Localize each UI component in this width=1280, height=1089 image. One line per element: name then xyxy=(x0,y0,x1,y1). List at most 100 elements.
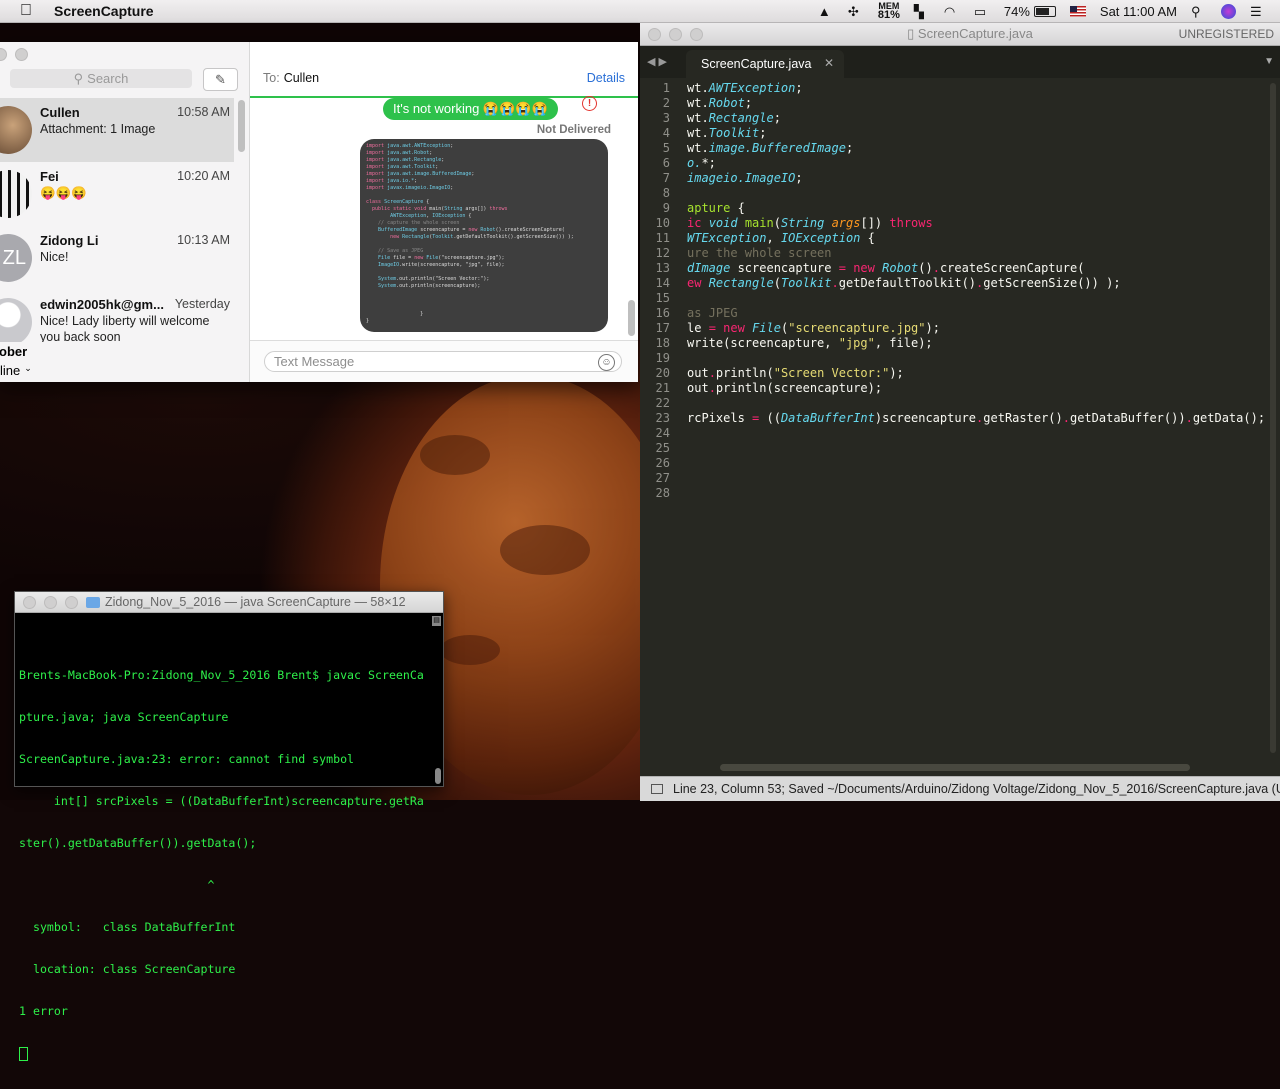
line-number: 19 xyxy=(655,351,670,365)
tab-nav-arrows-icon[interactable]: ◀ ▶ xyxy=(647,55,667,68)
line-number: 4 xyxy=(662,126,670,140)
tab-screencapture-java[interactable]: ScreenCapture.java ✕ xyxy=(686,50,844,78)
conversation-time: 10:58 AM xyxy=(177,105,230,119)
conversation-preview: 😝😝😝 xyxy=(40,186,87,200)
battery-icon xyxy=(1033,5,1056,17)
messages-window: ⚲ Search ✎ Cullen 10:58 AM Attachment: 1… xyxy=(0,42,638,382)
compose-button[interactable]: ✎ xyxy=(203,68,238,91)
code-line: wt.Rectangle; xyxy=(687,111,781,125)
apple-menu-icon[interactable]:  xyxy=(20,2,36,20)
recipient-bar: To: Cullen Details xyxy=(250,42,638,98)
clock[interactable]: Sat 11:00 AM xyxy=(1100,4,1177,19)
conversation-preview: Nice! Lady liberty will welcome you back… xyxy=(40,314,210,342)
terminal-output[interactable]: Brents-MacBook-Pro:Zidong_Nov_5_2016 Bre… xyxy=(19,640,429,1089)
menu-extras: ▲ ✣ MEM 81% ▚ ◠ ▭ 74% Sat 11:00 AM ⚲ ☰ xyxy=(818,2,1266,21)
panel-toggle-icon[interactable] xyxy=(651,784,663,794)
line-number: 21 xyxy=(655,381,670,395)
minimize-window-button[interactable] xyxy=(15,48,28,61)
conversation-name: Zidong Li xyxy=(40,233,99,248)
close-tab-icon[interactable]: ✕ xyxy=(824,56,834,70)
tab-label: ScreenCapture.java xyxy=(701,57,812,71)
code-line: WTException, IOException { xyxy=(687,231,875,245)
sidebar-scrollbar[interactable] xyxy=(238,100,245,152)
code-area[interactable]: wt.AWTException; wt.Robot; wt.Rectangle;… xyxy=(687,79,1280,779)
account-status[interactable]: ober line ⌄ xyxy=(0,344,249,378)
chevron-down-icon: ⌄ xyxy=(24,363,32,373)
terminal-cursor xyxy=(19,1046,28,1061)
error-icon[interactable]: ! xyxy=(582,96,597,111)
active-app-name[interactable]: ScreenCapture xyxy=(54,3,154,19)
tab-list-dropdown-icon[interactable]: ▼ xyxy=(1264,56,1274,67)
search-placeholder: Search xyxy=(87,71,129,86)
message-input[interactable]: Text Message ☺ xyxy=(264,351,622,372)
conversation-name: Cullen xyxy=(40,105,80,120)
conversation-item[interactable]: ZL Zidong Li 10:13 AM Nice! xyxy=(0,226,234,290)
emoji-icon[interactable]: ☺ xyxy=(598,354,615,371)
menu-bar:  ScreenCapture ▲ ✣ MEM81% ▚ ◠ ▭ 74% Sat… xyxy=(0,0,1280,23)
code-line: ew Rectangle(Toolkit.getDefaultToolkit()… xyxy=(687,276,1121,290)
line-number: 8 xyxy=(662,186,670,200)
sent-message-bubble[interactable]: It's not working 😭😭😭😭 xyxy=(383,98,558,120)
terminal-line: 1 error xyxy=(19,1004,68,1018)
window-layout-icon[interactable]: ▚ xyxy=(914,4,930,19)
chat-scrollbar[interactable] xyxy=(628,300,635,336)
conversation-item[interactable]: edwin2005hk@gm... Yesterday Nice! Lady l… xyxy=(0,290,234,342)
message-input-placeholder: Text Message xyxy=(274,354,355,369)
conversation-preview: Attachment: 1 Image xyxy=(40,122,156,136)
conversation-item[interactable]: Fei 10:20 AM 😝😝😝 xyxy=(0,162,234,226)
battery-status[interactable]: 74% xyxy=(1004,4,1056,19)
recipient-field[interactable]: To: Cullen xyxy=(263,71,319,85)
line-number: 23 xyxy=(655,411,670,425)
airplay-icon[interactable]: ▭ xyxy=(974,4,990,19)
battery-percent: 74% xyxy=(1003,3,1030,19)
details-button[interactable]: Details xyxy=(587,71,625,85)
input-source-flag-icon[interactable] xyxy=(1069,5,1086,17)
line-number: 28 xyxy=(655,486,670,500)
siri-icon[interactable] xyxy=(1221,3,1236,19)
zoom-window-button[interactable] xyxy=(65,595,78,609)
search-icon: ⚲ xyxy=(73,70,84,86)
memory-value: 81% xyxy=(877,9,900,21)
line-number: 3 xyxy=(662,111,670,125)
terminal-scrollbar[interactable] xyxy=(435,768,441,784)
line-number: 26 xyxy=(655,456,670,470)
vertical-scrollbar[interactable] xyxy=(1270,83,1276,753)
close-window-button[interactable] xyxy=(0,48,7,61)
pinwheel-icon[interactable]: ✣ xyxy=(848,4,864,19)
line-number: 17 xyxy=(655,321,670,335)
code-line: ic void main(String args[]) throws xyxy=(687,216,933,230)
scroll-up-icon[interactable]: ▤ xyxy=(432,616,441,626)
conversation-item[interactable]: Cullen 10:58 AM Attachment: 1 Image xyxy=(0,98,234,162)
line-number: 14 xyxy=(655,276,670,290)
line-number: 12 xyxy=(655,246,670,260)
line-number: 2 xyxy=(662,96,670,110)
horizontal-scrollbar[interactable] xyxy=(720,764,1190,771)
compose-icon: ✎ xyxy=(215,71,226,87)
code-line: imageio.ImageIO; xyxy=(687,171,803,185)
line-number: 15 xyxy=(655,291,670,305)
conversation-time: Yesterday xyxy=(174,297,230,311)
window-controls xyxy=(0,48,28,61)
close-window-button[interactable] xyxy=(23,595,36,609)
line-number: 5 xyxy=(662,141,670,155)
minimize-window-button[interactable] xyxy=(44,595,57,609)
line-number: 20 xyxy=(655,366,670,380)
drive-icon[interactable]: ▲ xyxy=(818,4,834,19)
line-number: 16 xyxy=(655,306,670,320)
spotlight-search-icon[interactable]: ⚲ xyxy=(1191,4,1207,19)
document-icon: ▯ xyxy=(907,26,918,41)
memory-meter[interactable]: MEM 81% xyxy=(877,2,900,21)
image-attachment[interactable]: import java.awt.AWTException; import jav… xyxy=(360,139,608,332)
editor-status-bar: Line 23, Column 53; Saved ~/Documents/Ar… xyxy=(640,776,1280,801)
search-input[interactable]: ⚲ Search xyxy=(10,69,192,88)
line-number: 6 xyxy=(662,156,670,170)
wifi-icon[interactable]: ◠ xyxy=(944,4,960,19)
chat-pane: To: Cullen Details It's not working 😭😭😭😭 … xyxy=(250,42,638,382)
code-line: wt.image.BufferedImage; xyxy=(687,141,854,155)
delivery-status: Not Delivered xyxy=(536,124,611,136)
terminal-line: int[] srcPixels = ((DataBufferInt)screen… xyxy=(19,794,424,808)
notification-center-icon[interactable]: ☰ xyxy=(1250,4,1266,19)
code-line: wt.Robot; xyxy=(687,96,753,110)
code-line: wt.Toolkit; xyxy=(687,126,767,140)
message-text: It's not working 😭😭😭😭 xyxy=(393,101,548,116)
